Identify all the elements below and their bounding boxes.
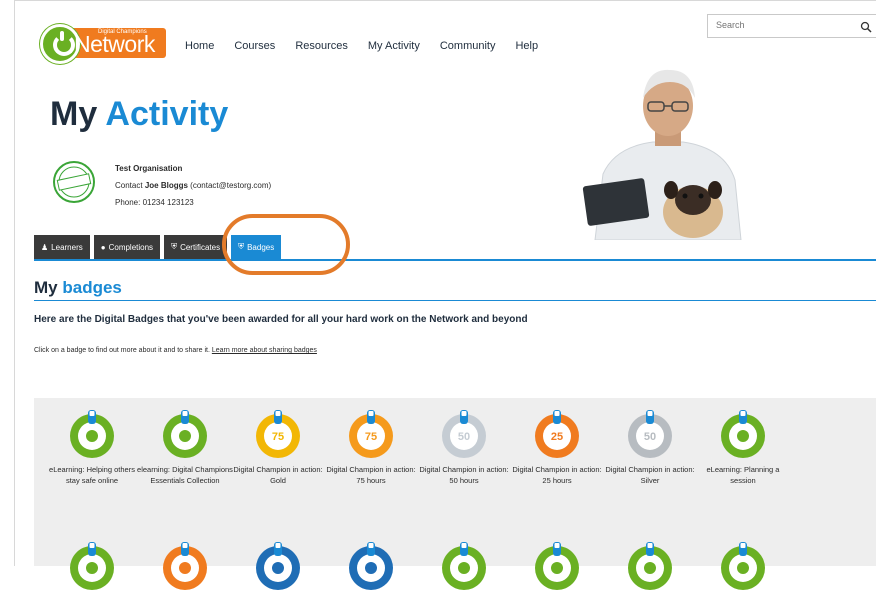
- badge-icon: [256, 542, 300, 590]
- badge-item-partial[interactable]: [509, 540, 605, 592]
- badge-item-partial[interactable]: [230, 540, 326, 592]
- badge-icon: [721, 542, 765, 590]
- organisation-info: Test Organisation Contact Joe Bloggs (co…: [115, 160, 271, 211]
- badge-label: Digital Champion in action: 25 hours: [512, 465, 602, 485]
- shield-icon: ⛨: [171, 242, 178, 251]
- section-title-part1: My: [34, 278, 58, 297]
- badge-grid: eLearning: Helping others stay safe onli…: [34, 398, 876, 590]
- badges-hint-text: Click on a badge to find out more about …: [34, 347, 210, 354]
- hero-photo: [582, 69, 742, 240]
- badge-item[interactable]: 25 Digital Champion in action: 25 hours: [509, 408, 605, 486]
- badge-label: Digital Champion in action: 75 hours: [326, 465, 416, 485]
- shield-heart-icon: [70, 410, 114, 458]
- organisation-contact: Contact Joe Bloggs (contact@testorg.com): [115, 177, 271, 194]
- nav-my-activity[interactable]: My Activity: [368, 40, 420, 52]
- svg-text:50: 50: [644, 431, 656, 443]
- search-box: [707, 14, 876, 38]
- main-nav: Home Courses Resources My Activity Commu…: [185, 40, 558, 52]
- badge-item-partial[interactable]: [695, 540, 791, 592]
- badge-item[interactable]: 50 Digital Champion in action: Silver: [602, 408, 698, 486]
- badge-label: eLearning: Helping others stay safe onli…: [49, 465, 135, 485]
- ribbon-icon: 75: [256, 410, 300, 458]
- frame-left-border: [14, 0, 15, 566]
- badge-item[interactable]: 75 Digital Champion in action: 75 hours: [323, 408, 419, 486]
- tab-completions[interactable]: ● Completions: [93, 235, 161, 259]
- tab-underline: [34, 259, 876, 261]
- circle-icon: ●: [100, 242, 106, 252]
- sharing-badges-link[interactable]: Learn more about sharing badges: [212, 347, 317, 354]
- section-divider: [34, 300, 876, 301]
- tab-learners[interactable]: ♟ Learners: [34, 235, 90, 259]
- search-input[interactable]: [714, 19, 838, 31]
- badge-item[interactable]: 50 Digital Champion in action: 50 hours: [416, 408, 512, 486]
- page-title-part2: Activity: [105, 95, 229, 133]
- section-title-part2: badges: [62, 278, 122, 297]
- tab-certificates[interactable]: ⛨ Certificates: [164, 235, 228, 259]
- badge-icon: [163, 542, 207, 590]
- badge-label: eLearning: Planning a session: [706, 465, 780, 485]
- user-icon: ♟: [41, 242, 49, 252]
- trophy-icon: [163, 410, 207, 458]
- frame-top-border: [14, 0, 876, 1]
- badge-label: Digital Champion in action: Gold: [233, 465, 323, 485]
- page-title-part1: My: [50, 95, 98, 133]
- svg-text:50: 50: [458, 431, 470, 443]
- badge-icon: [442, 542, 486, 590]
- badge-item-partial[interactable]: [416, 540, 512, 592]
- nav-home[interactable]: Home: [185, 40, 214, 52]
- badge-icon: [349, 542, 393, 590]
- badge-item-partial[interactable]: [323, 540, 419, 592]
- contact-email[interactable]: (contact@testorg.com): [190, 181, 271, 190]
- badge-item[interactable]: 75 Digital Champion in action: Gold: [230, 408, 326, 486]
- clock-icon: 75: [349, 410, 393, 458]
- contact-prefix: Contact: [115, 181, 143, 190]
- nav-resources[interactable]: Resources: [295, 40, 348, 52]
- nav-courses[interactable]: Courses: [234, 40, 275, 52]
- highlight-circle-annotation: [222, 214, 350, 275]
- badge-item-partial[interactable]: [602, 540, 698, 592]
- organisation-name: Test Organisation: [115, 164, 183, 173]
- contact-name: Joe Bloggs: [144, 181, 188, 190]
- badges-intro: Here are the Digital Badges that you've …: [34, 314, 528, 325]
- badge-label: Digital Champion in action: 50 hours: [419, 465, 509, 485]
- search-icon[interactable]: [860, 21, 872, 33]
- badge-label: Digital Champion in action: Silver: [605, 465, 695, 485]
- badges-hint: Click on a badge to find out more about …: [34, 347, 317, 354]
- badge-icon: [70, 542, 114, 590]
- tab-learners-label: Learners: [51, 242, 83, 252]
- badge-icon: [628, 542, 672, 590]
- organisation-phone: Phone: 01234 123123: [115, 198, 194, 207]
- tab-certificates-label: Certificates: [180, 242, 221, 252]
- badge-icon: [535, 542, 579, 590]
- ribbon-icon: 50: [628, 410, 672, 458]
- badge-item-partial[interactable]: [137, 540, 233, 592]
- badge-item-partial[interactable]: [44, 540, 140, 592]
- badge-item[interactable]: eLearning: Planning a session: [695, 408, 791, 486]
- badge-item[interactable]: eLearning: Helping others stay safe onli…: [44, 408, 140, 486]
- svg-text:75: 75: [272, 431, 284, 443]
- logo-text: Network: [74, 31, 155, 57]
- testing-stamp-icon: [53, 161, 95, 203]
- nav-community[interactable]: Community: [440, 40, 496, 52]
- badge-item[interactable]: elearning: Digital Champions Essentials …: [137, 408, 233, 486]
- clock-icon: 25: [535, 410, 579, 458]
- clock-icon: 50: [442, 410, 486, 458]
- section-title: My badges: [34, 278, 122, 298]
- site-logo[interactable]: Digital Champions Network: [40, 22, 170, 66]
- nav-help[interactable]: Help: [515, 40, 538, 52]
- tab-completions-label: Completions: [108, 242, 154, 252]
- badge-label: elearning: Digital Champions Essentials …: [137, 465, 233, 485]
- svg-text:25: 25: [551, 431, 563, 443]
- page-title: My Activity: [50, 95, 228, 134]
- checklist-icon: [721, 410, 765, 458]
- svg-text:75: 75: [365, 431, 377, 443]
